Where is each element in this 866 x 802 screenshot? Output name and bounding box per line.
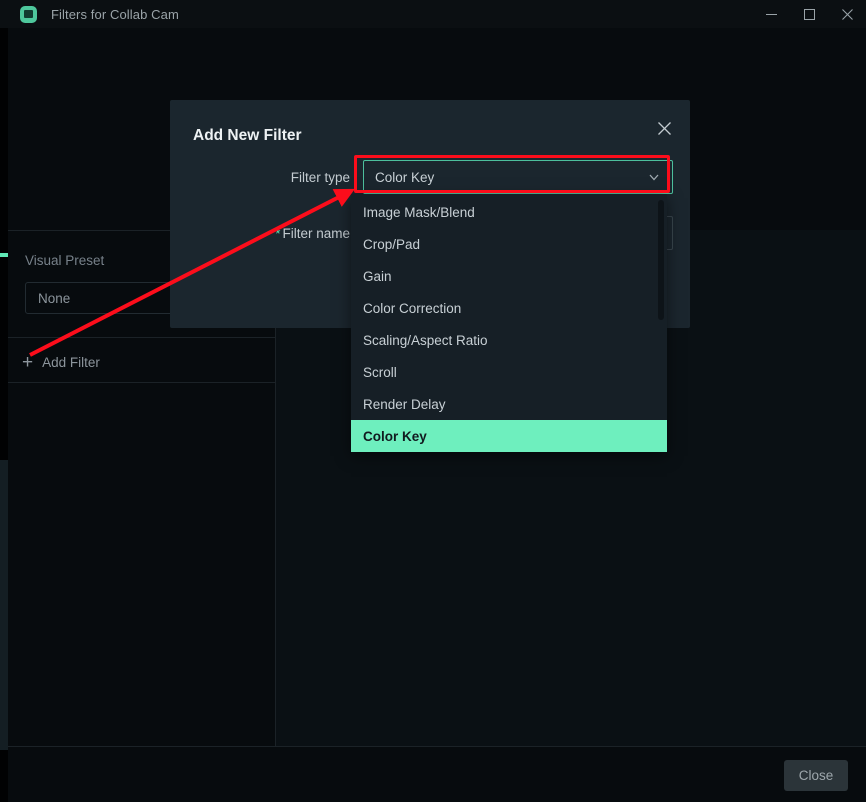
dropdown-option[interactable]: Crop/Pad	[351, 228, 667, 260]
dialog-close-icon[interactable]	[650, 114, 678, 142]
window-controls	[752, 0, 866, 28]
filter-type-label: Filter type	[290, 169, 350, 185]
dropdown-option[interactable]: Render Delay	[351, 388, 667, 420]
filter-type-value: Color Key	[375, 169, 435, 185]
dropdown-option[interactable]: Color Key	[351, 420, 667, 452]
filter-type-option-list: Image Mask/Blend Crop/Pad Gain Color Correc…	[351, 196, 667, 452]
dropdown-option[interactable]: Gain	[351, 260, 667, 292]
title-bar: Filters for Collab Cam	[0, 0, 866, 28]
dialog-footer: Close	[8, 746, 866, 802]
filter-type-row: Filter type Color Key	[170, 160, 690, 194]
visual-preset-label: Visual Preset	[25, 253, 105, 268]
close-icon[interactable]	[828, 0, 866, 28]
required-marker: *	[275, 225, 281, 241]
filter-type-select[interactable]: Color Key	[363, 160, 673, 194]
background-accent-tick-left	[0, 253, 8, 257]
plus-icon: +	[22, 351, 34, 373]
add-filter-label: Add Filter	[42, 354, 100, 370]
add-filter-button[interactable]: + Add Filter	[22, 347, 100, 377]
dropdown-option[interactable]: Image Mask/Blend	[351, 196, 667, 228]
filter-type-dropdown: Image Mask/Blend Crop/Pad Gain Color Correc…	[351, 194, 667, 452]
camera-app-icon-glyph	[24, 10, 33, 18]
dropdown-scrollbar-thumb[interactable]	[658, 200, 664, 320]
dropdown-option[interactable]: Scaling/Aspect Ratio	[351, 324, 667, 356]
maximize-icon[interactable]	[790, 0, 828, 28]
minimize-icon[interactable]	[752, 0, 790, 28]
panel-divider-bottom	[8, 382, 275, 383]
dropdown-option[interactable]: Scroll	[351, 356, 667, 388]
dialog-title: Add New Filter	[193, 127, 302, 144]
chevron-down-icon	[647, 170, 661, 184]
app-window: Filters for Collab Cam Visual Preset Non…	[0, 0, 866, 802]
filter-name-label: * Filter name	[170, 226, 363, 241]
background-window-left-panel	[0, 460, 8, 750]
window-title: Filters for Collab Cam	[51, 6, 179, 22]
filter-name-label-text: Filter name	[282, 225, 350, 241]
close-button[interactable]: Close	[784, 760, 848, 791]
camera-app-icon	[20, 5, 37, 23]
panel-divider-top	[8, 337, 275, 338]
dropdown-option[interactable]: Color Correction	[351, 292, 667, 324]
